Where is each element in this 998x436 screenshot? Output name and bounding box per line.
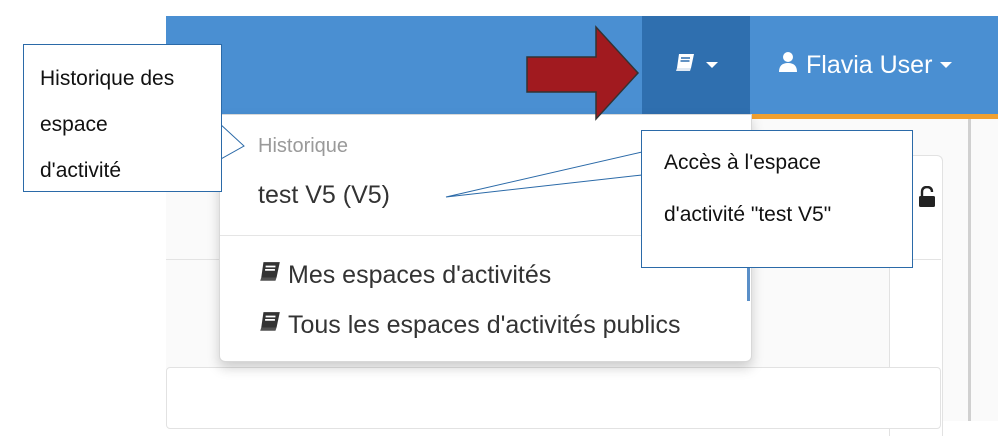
callout-text: d'activité "test V5": [664, 203, 832, 226]
right-callout-pointer: [445, 151, 643, 198]
left-callout-pointer: [218, 121, 245, 161]
callout-text: Historique des: [40, 67, 175, 90]
callout-access: Accès à l'espace d'activité "test V5": [641, 130, 913, 268]
callout-text: d'activité: [40, 159, 122, 182]
callout-text: Accès à l'espace: [664, 151, 821, 174]
callout-history: Historique des espace d'activité: [23, 44, 222, 192]
callout-text: espace: [40, 113, 108, 136]
red-arrow: [526, 25, 640, 121]
